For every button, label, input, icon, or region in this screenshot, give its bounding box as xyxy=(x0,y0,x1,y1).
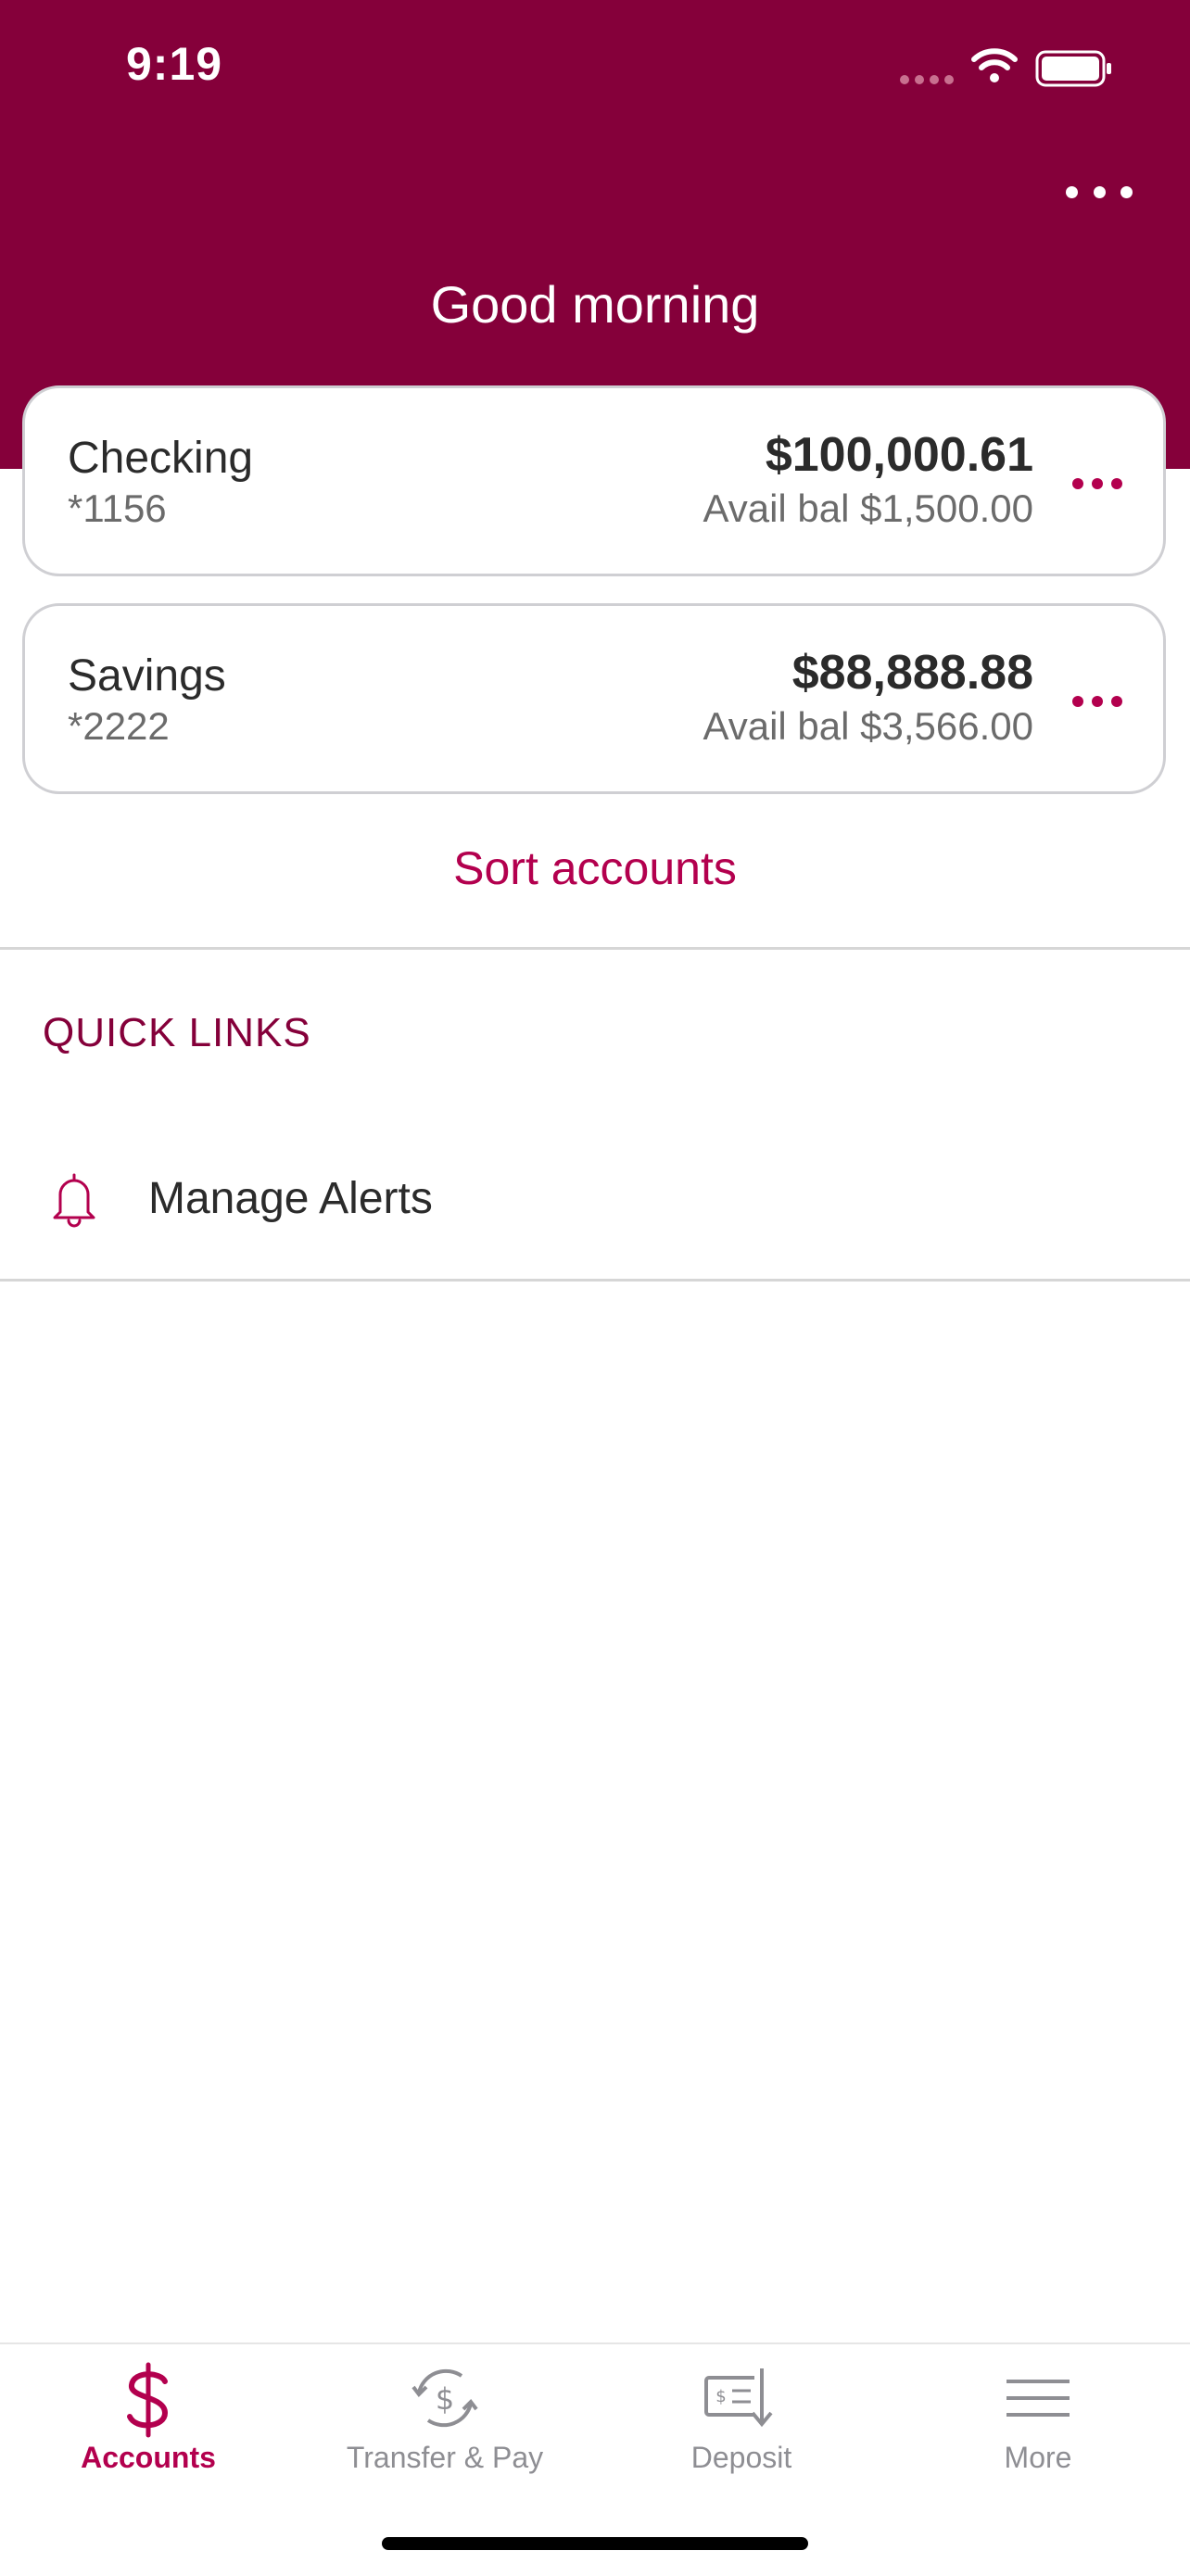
available-balance: Avail bal $3,566.00 xyxy=(703,704,1033,748)
dollar-icon xyxy=(127,2362,169,2438)
greeting-title: Good morning xyxy=(430,275,760,334)
account-name: Savings xyxy=(68,651,226,701)
quick-links-title: QUICK LINKS xyxy=(43,1010,311,1055)
bell-icon xyxy=(53,1173,95,1228)
tab-label: Accounts xyxy=(81,2441,216,2474)
account-balance: $100,000.61 xyxy=(765,428,1033,482)
quick-link-label: Manage Alerts xyxy=(148,1174,433,1223)
account-options-icon[interactable] xyxy=(1072,695,1122,708)
tab-accounts[interactable]: Accounts xyxy=(0,2344,297,2511)
battery-icon xyxy=(1035,50,1111,87)
svg-text:$: $ xyxy=(715,2387,726,2406)
available-balance: Avail bal $1,500.00 xyxy=(703,486,1033,530)
more-horizontal-icon[interactable] xyxy=(1066,176,1133,208)
account-name: Checking xyxy=(68,434,254,483)
svg-text:$: $ xyxy=(436,2381,454,2417)
cellular-signal-icon xyxy=(900,75,954,84)
account-balance: $88,888.88 xyxy=(791,646,1033,700)
account-card-savings[interactable]: Savings *2222 $88,888.88 Avail bal $3,56… xyxy=(22,603,1166,794)
quick-link-manage-alerts[interactable]: Manage Alerts xyxy=(0,1140,1190,1251)
home-indicator[interactable] xyxy=(382,2537,808,2550)
tab-label: Deposit xyxy=(690,2441,792,2474)
status-time: 9:19 xyxy=(126,38,223,90)
tab-transfer-pay[interactable]: $ Transfer & Pay xyxy=(297,2344,593,2511)
tab-more[interactable]: More xyxy=(890,2344,1186,2511)
account-options-icon[interactable] xyxy=(1072,477,1122,490)
account-number: *2222 xyxy=(68,704,170,748)
menu-icon xyxy=(1006,2380,1070,2417)
sort-accounts-button[interactable]: Sort accounts xyxy=(0,841,1190,895)
tab-label: More xyxy=(1004,2441,1072,2474)
wifi-icon xyxy=(971,48,1018,82)
divider xyxy=(0,947,1190,950)
divider xyxy=(0,1279,1190,1282)
transfer-pay-icon: $ xyxy=(411,2368,478,2428)
check-deposit-icon: $ xyxy=(704,2367,773,2428)
tab-label: Transfer & Pay xyxy=(346,2441,544,2474)
account-card-checking[interactable]: Checking *1156 $100,000.61 Avail bal $1,… xyxy=(22,385,1166,576)
tab-deposit[interactable]: $ Deposit xyxy=(593,2344,890,2511)
account-number: *1156 xyxy=(68,486,167,530)
